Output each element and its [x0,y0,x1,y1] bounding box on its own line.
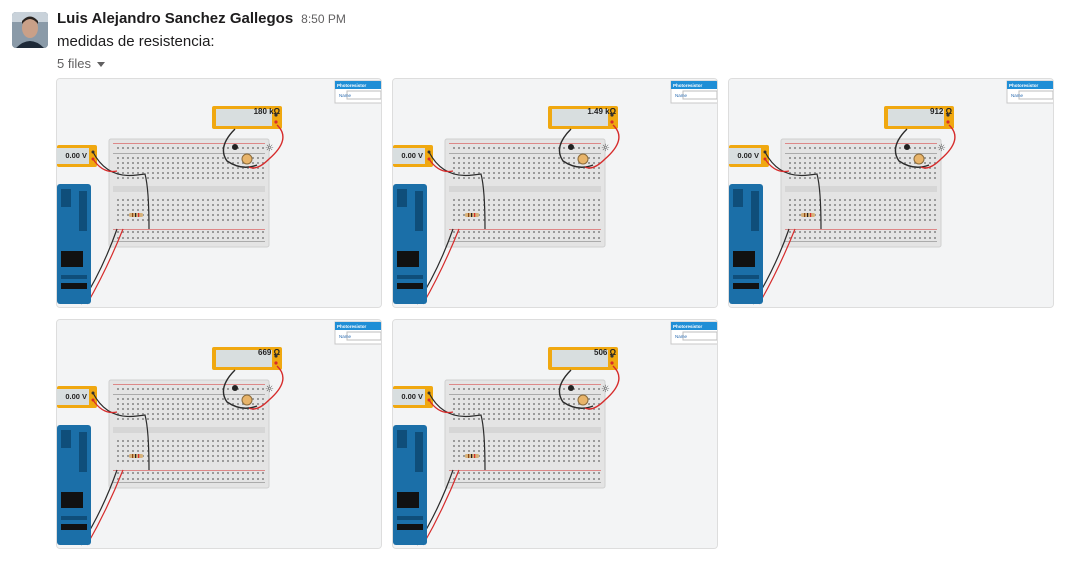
ohmmeter-reading: 669 Ω [258,348,280,357]
panel-title: Photoresistor [673,324,703,329]
ohmmeter-reading: 180 kΩ [253,107,280,116]
avatar[interactable] [12,12,48,48]
ohmmeter-reading: 506 Ω [594,348,616,357]
svg-text:☼: ☼ [601,143,610,154]
files-toggle[interactable]: 5 files [57,56,105,71]
svg-text:☼: ☼ [265,384,274,395]
message-timestamp[interactable]: 8:50 PM [301,12,346,26]
voltmeter-reading: 0.00 V [401,392,423,401]
panel-name-label: Name [1011,93,1024,98]
panel-title: Photoresistor [1009,83,1039,88]
message-text: medidas de resistencia: [57,33,215,50]
voltmeter-reading: 0.00 V [401,151,423,160]
files-count-label: 5 files [57,56,91,71]
caret-down-icon [96,62,105,67]
voltmeter-reading: 0.00 V [737,151,759,160]
panel-name-label: Name [675,334,688,339]
voltmeter-reading: 0.00 V [65,392,87,401]
ohmmeter-reading: 1.49 kΩ [587,107,616,116]
voltmeter-reading: 0.00 V [65,151,87,160]
panel-title: Photoresistor [337,83,367,88]
file-attachment[interactable]: ☼ Photoresistor Name 506 Ω 0.00 V [392,319,718,549]
file-attachment[interactable]: ☼ Photoresistor Name 1.49 kΩ 0.00 V [392,78,718,308]
panel-name-label: Name [675,93,688,98]
svg-text:☼: ☼ [601,384,610,395]
panel-title: Photoresistor [337,324,367,329]
file-attachment[interactable]: ☼ Photoresistor Name 669 Ω 0.00 V [56,319,382,549]
ohmmeter-reading: 912 Ω [930,107,952,116]
file-attachment[interactable]: ☼ Photoresistor Name 180 kΩ 0.00 V [56,78,382,308]
svg-text:☼: ☼ [265,143,274,154]
panel-title: Photoresistor [673,83,703,88]
svg-text:☼: ☼ [937,143,946,154]
author-name[interactable]: Luis Alejandro Sanchez Gallegos [57,10,293,27]
panel-name-label: Name [339,93,352,98]
panel-name-label: Name [339,334,352,339]
file-attachment[interactable]: ☼ Photoresistor Name 912 Ω 0.00 V [728,78,1054,308]
